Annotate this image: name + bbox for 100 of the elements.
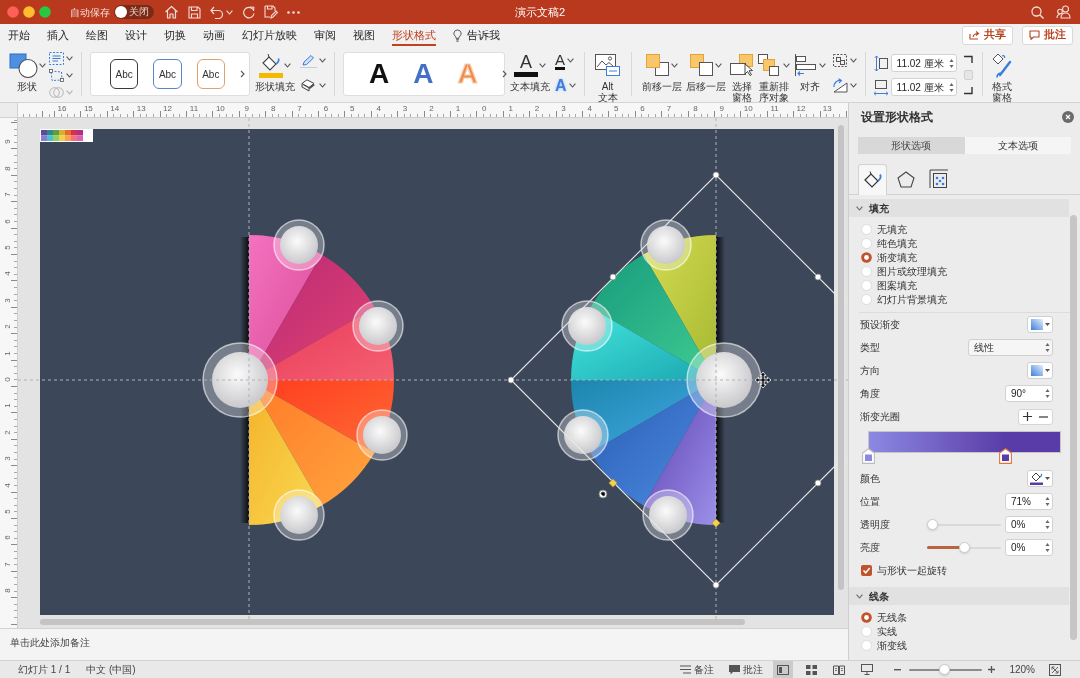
comments-button[interactable]: 批注 xyxy=(1022,25,1073,45)
radio-option[interactable]: 无线条 xyxy=(849,610,907,624)
reorder-button[interactable]: 重新排序对象 xyxy=(755,46,792,103)
shape-outline-button[interactable] xyxy=(300,52,326,69)
pane-tab[interactable]: 文本选项 xyxy=(964,137,1071,154)
group-button[interactable] xyxy=(831,52,857,69)
home-icon[interactable] xyxy=(164,5,179,19)
ribbon-tab[interactable]: 动画 xyxy=(203,24,225,46)
alt-text-button[interactable]: Alt 文本 xyxy=(592,46,623,103)
selection-pane-button[interactable]: 选择窗格 xyxy=(727,46,756,103)
more-icon[interactable] xyxy=(287,10,300,14)
gradient-type-dropdown[interactable]: 线性 xyxy=(968,339,1053,356)
minimize-button[interactable] xyxy=(23,6,35,18)
preset-gradient-dropdown[interactable] xyxy=(1027,316,1053,333)
ribbon-tab[interactable]: 审阅 xyxy=(314,24,336,46)
wordart-style-button[interactable]: A xyxy=(413,59,434,89)
zoom-button[interactable] xyxy=(39,6,51,18)
slider-thumb[interactable] xyxy=(927,519,938,530)
ribbon-tab[interactable]: 视图 xyxy=(353,24,375,46)
align-button[interactable]: 对齐 xyxy=(791,46,828,92)
radio-option[interactable]: 纯色填充 xyxy=(849,236,917,250)
ribbon-tab[interactable]: 幻灯片放映 xyxy=(242,24,297,46)
tell-me-button[interactable]: 告诉我 xyxy=(453,24,500,46)
normal-view-button[interactable] xyxy=(773,661,794,678)
radio-option[interactable]: 渐变线 xyxy=(849,638,907,652)
comments-button[interactable]: 批注 xyxy=(729,662,764,677)
plus-icon[interactable] xyxy=(988,666,996,673)
autosave-toggle[interactable]: 关闭 xyxy=(114,5,154,19)
radio-option[interactable]: 渐变填充 xyxy=(849,250,917,264)
shape-style-button[interactable]: Abc xyxy=(153,59,182,89)
forward-button[interactable]: 前移一层 xyxy=(639,46,684,92)
save-icon[interactable] xyxy=(188,5,201,19)
save-edit-icon[interactable] xyxy=(264,5,278,19)
angle-field[interactable]: 90° xyxy=(1005,385,1053,402)
height-field[interactable]: 11.02 厘米 xyxy=(890,54,957,72)
ribbon-tab[interactable]: 形状格式 xyxy=(392,24,436,46)
edit-shape-button[interactable] xyxy=(49,67,73,84)
brightness-field[interactable]: 0% xyxy=(1005,539,1053,556)
shapes-button[interactable]: 形状 xyxy=(8,46,46,92)
scrollbar[interactable] xyxy=(40,619,745,625)
transparency-field[interactable]: 0% xyxy=(1005,516,1053,533)
shape-style-button[interactable]: Abc xyxy=(196,59,225,89)
pane-tab[interactable]: 形状选项 xyxy=(858,137,965,154)
minus-icon[interactable] xyxy=(894,668,902,671)
color-picker-button[interactable] xyxy=(1027,470,1053,487)
text-outline-button[interactable]: A xyxy=(555,51,576,70)
scrollbar[interactable] xyxy=(838,125,844,590)
ruler-number: 3 xyxy=(561,104,566,113)
close-icon[interactable] xyxy=(1062,110,1074,123)
shape-style-button[interactable]: Abc xyxy=(110,59,139,89)
ruler-number: 1 xyxy=(455,104,461,113)
ribbon-tab[interactable]: 设计 xyxy=(125,24,147,46)
section-header[interactable]: 线条 xyxy=(849,587,1069,605)
section-header[interactable]: 填充 xyxy=(849,199,1069,217)
search-icon[interactable] xyxy=(1031,5,1044,19)
text-fill-glyph: A xyxy=(520,53,532,72)
text-box-button[interactable] xyxy=(49,50,73,67)
chevron-right-icon[interactable] xyxy=(501,70,507,78)
height-icon xyxy=(873,54,888,72)
minus-icon[interactable] xyxy=(1039,415,1049,418)
share-button[interactable]: 共享 xyxy=(962,25,1013,45)
rotate-button[interactable] xyxy=(831,77,857,94)
zoom-level[interactable]: 120% xyxy=(1009,662,1035,677)
ribbon-tab[interactable]: 绘图 xyxy=(86,24,108,46)
redo-icon[interactable] xyxy=(242,5,255,19)
ribbon-tab[interactable]: 切换 xyxy=(164,24,186,46)
radio-option[interactable]: 图案填充 xyxy=(849,278,917,292)
zoom-slider[interactable] xyxy=(909,664,983,675)
undo-icon[interactable] xyxy=(210,5,224,19)
gradient-stop[interactable] xyxy=(998,448,1012,464)
scrollbar[interactable] xyxy=(1070,215,1077,640)
wordart-style-button[interactable]: A xyxy=(369,59,390,89)
shape-fill-button[interactable]: 形状填充 xyxy=(255,46,295,92)
rotate-with-shape-checkbox[interactable]: 与形状一起旋转 xyxy=(849,559,947,582)
radio-option[interactable]: 图片或纹理填充 xyxy=(849,264,947,278)
language-status[interactable]: 中文 (中国) xyxy=(86,662,136,677)
radio-option[interactable]: 无填充 xyxy=(849,222,907,236)
backward-button[interactable]: 后移一层 xyxy=(683,46,728,92)
width-field[interactable]: 11.02 厘米 xyxy=(890,78,957,96)
plus-icon[interactable] xyxy=(1022,412,1032,421)
chevron-right-icon[interactable] xyxy=(240,70,245,78)
brightness-slider[interactable] xyxy=(927,542,1001,553)
people-icon[interactable] xyxy=(1056,5,1071,19)
slider-thumb[interactable] xyxy=(958,542,970,553)
fit-to-window-icon[interactable] xyxy=(1049,663,1061,676)
direction-dropdown[interactable] xyxy=(1027,362,1053,379)
chevron-icon xyxy=(856,205,863,211)
position-field[interactable]: 71% xyxy=(1005,493,1053,510)
transparency-slider[interactable] xyxy=(927,519,1001,530)
radio-option[interactable]: 幻灯片背景填充 xyxy=(849,292,947,306)
gradient-bar[interactable] xyxy=(868,431,1061,453)
fill-line-tab[interactable] xyxy=(858,164,887,195)
slider-thumb[interactable] xyxy=(939,664,951,675)
ribbon-tab[interactable]: 开始 xyxy=(8,24,30,46)
format-pane-button[interactable]: 格式窗格 xyxy=(990,46,1014,103)
ribbon-tab[interactable]: 插入 xyxy=(47,24,69,46)
text-fill-button[interactable]: A 文本填充 xyxy=(510,46,550,92)
radio-option[interactable]: 实线 xyxy=(849,624,897,638)
shape-effects-button[interactable] xyxy=(300,77,326,94)
notes-button[interactable]: 备注 xyxy=(680,662,715,677)
